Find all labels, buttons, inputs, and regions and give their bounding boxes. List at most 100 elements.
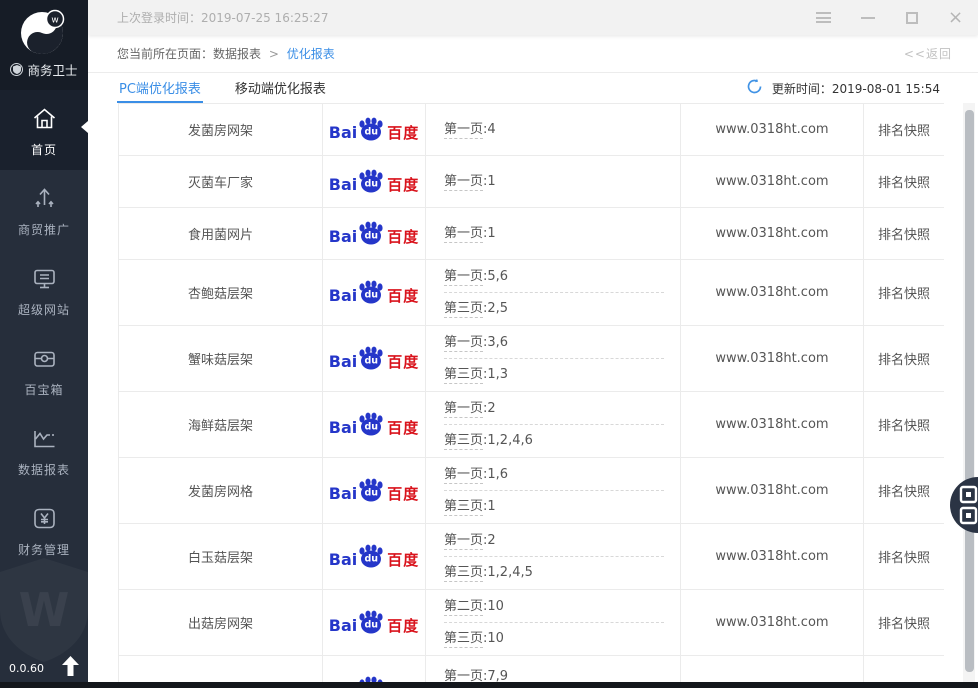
baidu-paw-icon: du [358,169,384,193]
rank-separator [444,490,664,491]
sidebar-item-finance[interactable]: 财务管理 [0,490,88,570]
rank-line: 第二页:10 [444,598,664,615]
breadcrumb-arrow: > [269,47,279,61]
refresh-icon[interactable] [746,78,763,99]
report-chart-icon [31,425,58,452]
sidebar-item-promotion[interactable]: 商贸推广 [0,170,88,250]
sidebar-item-home[interactable]: 首页 [0,90,88,170]
window-controls: × [815,9,978,26]
baidu-paw-icon: du [358,412,384,436]
tab-pc-report[interactable]: PC端优化报表 [117,73,203,103]
rank-line: 第一页:2 [444,532,664,549]
website-icon [31,265,58,292]
keyword-text: 出菇房网架 [188,617,253,632]
table-row: 白玉菇层架 Baidu百度 第一页:2 第三页:1,2,4,5 www.0318h… [119,524,945,590]
sidebar-item-label: 首页 [31,141,57,158]
tab-bar: PC端优化报表 移动端优化报表 更新时间：2019-08-01 15:54 [88,73,978,103]
baidu-paw-icon: du [358,544,384,568]
baidu-paw-icon: du [358,117,384,141]
maximize-icon[interactable] [903,9,920,26]
keyword-text: 蟹味菇层架 [188,353,253,368]
rank-line: 第三页:1,2,4,6 [444,432,664,449]
vertical-scrollbar [963,103,975,682]
site-url: www.0318ht.com [715,615,828,630]
qr-code-icon [959,485,978,525]
breadcrumb-current-link[interactable]: 优化报表 [287,47,335,61]
site-url: www.0318ht.com [715,549,828,564]
baidu-paw-icon: du [358,221,384,245]
table-row: 发菌房网架 Baidu百度 第一页:4 www.0318ht.com 排名快照 [119,104,945,156]
baidu-logo: Baidu百度 [329,610,420,634]
site-url: www.0318ht.com [715,417,828,432]
rank-line: 第一页:2 [444,400,664,417]
table-row: 海鲜菇层架 Baidu百度 第一页:2第三页:1,2,4,6 www.0318h… [119,392,945,458]
brand-logo-icon: w [20,8,68,56]
snapshot-link[interactable]: 排名快照 [878,228,930,243]
keyword-text: 发菌房网架 [188,124,253,139]
back-to-top-arrow-icon[interactable] [62,656,79,680]
keyword-text: 食用菌网片 [188,228,253,243]
rank-separator [444,292,664,293]
menu-icon[interactable] [815,9,832,26]
titlebar: 上次登录时间：2019-07-25 16:25:27 × [88,0,978,35]
version-label: 0.0.60 [9,662,44,675]
update-time-text: 更新时间：2019-08-01 15:54 [772,80,940,97]
table-row: 蟹味菇层架 Baidu百度 第一页:3,6第三页:1,3 www.0318ht.… [119,326,945,392]
sidebar-item-reports[interactable]: 数据报表 [0,410,88,490]
site-url: www.0318ht.com [715,122,828,137]
rank-line: 第一页:1 [444,225,664,242]
rank-line: 第一页:1,6 [444,466,664,483]
table-row: 食用菌网片 Baidu百度 第一页:1 www.0318ht.com 排名快照 [119,208,945,260]
rank-line: 第三页:1,2,4,5 [444,564,664,581]
brand-badge-icon [10,63,23,76]
close-icon[interactable]: × [947,9,964,26]
rank-separator [444,556,664,557]
table-row: 灭菌车厂家 Baidu百度 第一页:1 www.0318ht.com 排名快照 [119,156,945,208]
minimize-icon[interactable] [859,9,876,26]
rank-line: 第一页:1 [444,173,664,190]
brand-name: 商务卫士 [27,60,77,79]
site-url: www.0318ht.com [715,351,828,366]
baidu-logo: Baidu百度 [329,478,420,502]
breadcrumb-section: 数据报表 [213,47,261,61]
baidu-logo: Baidu百度 [329,169,420,193]
last-login-text: 上次登录时间：2019-07-25 16:25:27 [117,9,328,26]
sidebar-item-website[interactable]: 超级网站 [0,250,88,330]
baidu-logo: Baidu百度 [329,346,420,370]
keyword-text: 白玉菇层架 [188,551,253,566]
snapshot-link[interactable]: 排名快照 [878,176,930,191]
report-table: 发菌房网架 Baidu百度 第一页:4 www.0318ht.com 排名快照 … [118,103,944,682]
snapshot-link[interactable]: 排名快照 [878,287,930,302]
snapshot-link[interactable]: 排名快照 [878,353,930,368]
keyword-text: 发菌房网格 [188,485,253,500]
baidu-logo: Baidu百度 [329,412,420,436]
sidebar-item-toolbox[interactable]: 百宝箱 [0,330,88,410]
home-icon [31,105,58,132]
sidebar-item-label: 超级网站 [18,301,70,318]
sidebar-item-label: 商贸推广 [18,221,70,238]
baidu-logo: Baidu百度 [329,544,420,568]
scrollbar-thumb[interactable] [965,110,974,672]
back-link[interactable]: <<返回 [904,45,952,62]
snapshot-link[interactable]: 排名快照 [878,551,930,566]
baidu-logo: Baidu百度 [329,221,420,245]
rank-separator [444,424,664,425]
finance-icon [31,505,58,532]
tab-mobile-report[interactable]: 移动端优化报表 [233,73,328,103]
site-url: www.0318ht.com [715,285,828,300]
brand-logo: w 商务卫士 [0,0,88,90]
breadcrumb: 您当前所在页面：数据报表 > 优化报表 <<返回 [88,35,978,73]
snapshot-link[interactable]: 排名快照 [878,485,930,500]
table-row: 出菇房网架 Baidu百度 第二页:10 第三页:10 www.0318ht.co… [119,590,945,656]
baidu-paw-icon: du [358,280,384,304]
snapshot-link[interactable]: 排名快照 [878,124,930,139]
snapshot-link[interactable]: 排名快照 [878,617,930,632]
snapshot-link[interactable]: 排名快照 [878,419,930,434]
rank-line: 第三页:10 [444,630,664,647]
rank-line: 第一页:5,6 [444,268,664,285]
site-url: www.0318ht.com [715,174,828,189]
rank-line: 第三页:1,3 [444,366,664,383]
rank-separator [444,622,664,623]
watermark-shield: W [0,554,94,668]
sidebar-nav: 首页 商贸推广 超级网站 [0,90,88,570]
